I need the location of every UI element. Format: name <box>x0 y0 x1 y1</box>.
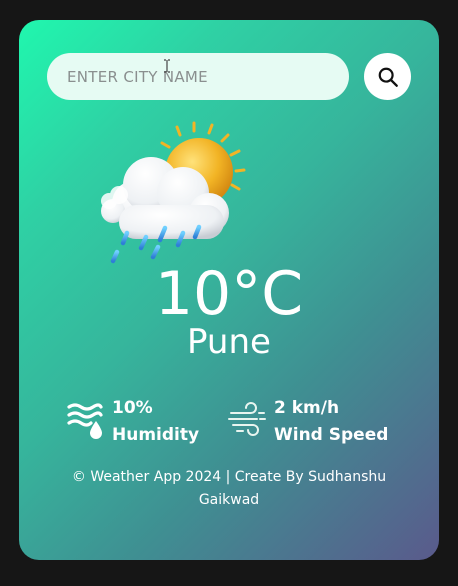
humidity-panel: 10% Humidity <box>65 395 199 451</box>
wind-label: Wind Speed <box>274 425 389 445</box>
humidity-icon <box>67 403 103 439</box>
footer-credit: © Weather App 2024 | Create By Sudhanshu… <box>71 469 387 508</box>
wind-panel: 2 km/h Wind Speed <box>227 395 388 451</box>
humidity-value: 10% <box>112 398 153 418</box>
humidity-label: Humidity <box>112 425 200 445</box>
city-name: Pune <box>187 322 271 362</box>
cloud-sun-rain-icon <box>101 121 246 264</box>
wind-value: 2 km/h <box>274 398 340 418</box>
search-button[interactable] <box>364 53 411 100</box>
text-cursor-icon <box>164 59 170 73</box>
wind-icon <box>228 402 266 436</box>
weather-card: 10°C Pune 10% Humidity <box>19 20 439 560</box>
city-search-input[interactable] <box>47 53 349 100</box>
temperature-value: 10°C <box>154 259 304 329</box>
search-bar <box>47 53 411 100</box>
search-icon <box>378 67 398 87</box>
